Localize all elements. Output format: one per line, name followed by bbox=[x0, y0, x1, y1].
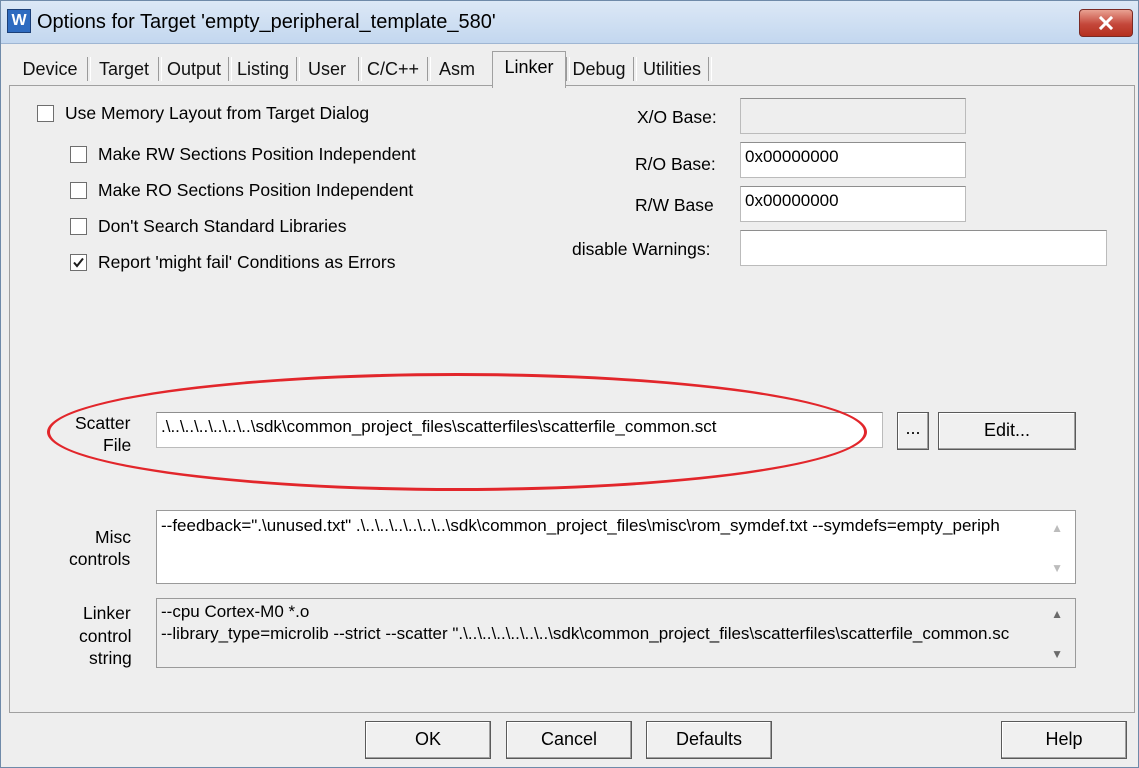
use-memory-layout-checkbox[interactable] bbox=[37, 105, 54, 122]
tab-debug[interactable]: Debug bbox=[569, 55, 629, 83]
scatter-browse-button[interactable]: ... bbox=[897, 412, 929, 450]
might-fail-errors-label: Report 'might fail' Conditions as Errors bbox=[98, 252, 396, 272]
tab-separator bbox=[708, 57, 712, 81]
tab-linker[interactable]: Linker bbox=[492, 51, 566, 88]
tab-utilities[interactable]: Utilities bbox=[637, 55, 707, 83]
tab-output[interactable]: Output bbox=[162, 55, 226, 83]
tab-user[interactable]: User bbox=[300, 55, 354, 83]
options-dialog: W Options for Target 'empty_peripheral_t… bbox=[0, 0, 1139, 768]
tab-asm[interactable]: Asm bbox=[431, 55, 483, 83]
tab-target[interactable]: Target bbox=[91, 55, 157, 83]
misc-controls-text: --feedback=".\unused.txt" .\..\..\..\..\… bbox=[161, 516, 1000, 535]
tab-cpp[interactable]: C/C++ bbox=[362, 55, 424, 83]
disable-warnings-label: disable Warnings: bbox=[572, 239, 711, 259]
ro-independent-checkbox[interactable] bbox=[70, 182, 87, 199]
cancel-button[interactable]: Cancel bbox=[506, 721, 632, 759]
misc-controls-textarea[interactable]: --feedback=".\unused.txt" .\..\..\..\..\… bbox=[156, 510, 1076, 584]
linker-control-line-2: --library_type=microlib --strict --scatt… bbox=[161, 624, 1010, 643]
linker-control-label: Linker bbox=[83, 603, 131, 623]
scatter-file-label-2: File bbox=[103, 435, 132, 455]
disable-warnings-field[interactable] bbox=[740, 230, 1107, 266]
linker-control-textarea[interactable]: --cpu Cortex-M0 *.o --library_type=micro… bbox=[156, 598, 1076, 668]
ok-button[interactable]: OK bbox=[365, 721, 491, 759]
linker-control-label-3: string bbox=[89, 648, 132, 668]
misc-controls-label: Misc bbox=[95, 527, 131, 547]
ro-independent-label: Make RO Sections Position Independent bbox=[98, 180, 414, 200]
scatter-file-field[interactable]: .\..\..\..\..\..\..\sdk\common_project_f… bbox=[156, 412, 883, 448]
window-title: Options for Target 'empty_peripheral_tem… bbox=[37, 11, 496, 33]
close-button[interactable] bbox=[1079, 9, 1133, 37]
might-fail-errors-checkbox[interactable] bbox=[70, 254, 87, 271]
rw-independent-checkbox[interactable] bbox=[70, 146, 87, 163]
tab-listing[interactable]: Listing bbox=[232, 55, 294, 83]
defaults-button[interactable]: Defaults bbox=[646, 721, 772, 759]
help-button[interactable]: Help bbox=[1001, 721, 1127, 759]
no-std-libs-checkbox[interactable] bbox=[70, 218, 87, 235]
scatter-file-label: Scatter bbox=[75, 413, 131, 433]
scroll-up-icon[interactable]: ▲ bbox=[1051, 607, 1063, 621]
rw-base-field[interactable]: 0x00000000 bbox=[740, 186, 966, 222]
linker-control-line-1: --cpu Cortex-M0 *.o bbox=[161, 602, 310, 621]
ro-base-label: R/O Base: bbox=[635, 154, 716, 174]
uvision-app-icon: W bbox=[7, 9, 31, 33]
xo-base-field[interactable] bbox=[740, 98, 966, 134]
checkmark-icon bbox=[73, 257, 84, 268]
scroll-down-icon[interactable]: ▼ bbox=[1051, 561, 1063, 575]
tab-device[interactable]: Device bbox=[15, 55, 85, 83]
use-memory-layout-label: Use Memory Layout from Target Dialog bbox=[65, 103, 370, 123]
xo-base-label: X/O Base: bbox=[637, 107, 717, 127]
misc-controls-label-2: controls bbox=[69, 549, 131, 569]
scatter-edit-button[interactable]: Edit... bbox=[938, 412, 1076, 450]
linker-control-label-2: control bbox=[79, 626, 132, 646]
rw-base-label: R/W Base bbox=[635, 195, 714, 215]
rw-independent-label: Make RW Sections Position Independent bbox=[98, 144, 416, 164]
no-std-libs-label: Don't Search Standard Libraries bbox=[98, 216, 347, 236]
scroll-up-icon[interactable]: ▲ bbox=[1051, 521, 1063, 535]
title-bar[interactable]: W Options for Target 'empty_peripheral_t… bbox=[1, 1, 1138, 44]
ro-base-field[interactable]: 0x00000000 bbox=[740, 142, 966, 178]
close-icon bbox=[1098, 15, 1114, 31]
scroll-down-icon[interactable]: ▼ bbox=[1051, 647, 1063, 661]
